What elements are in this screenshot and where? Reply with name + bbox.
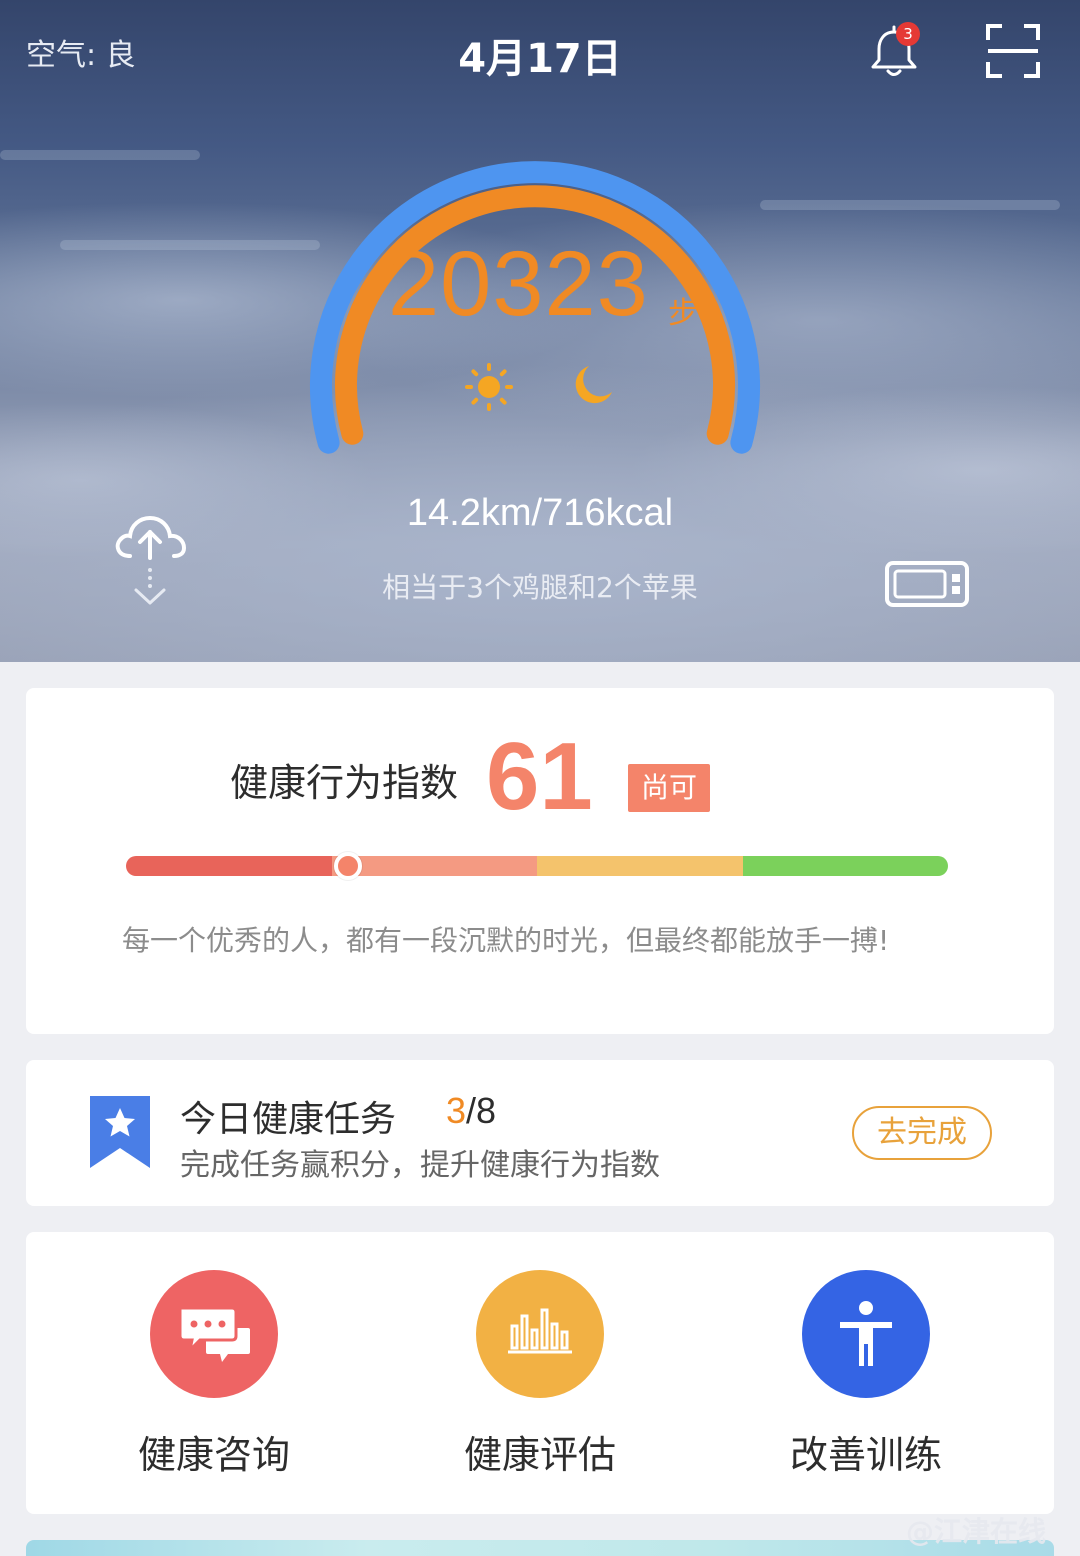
health-index-bar xyxy=(126,856,948,876)
cloud-streak xyxy=(760,200,1060,210)
health-index-marker xyxy=(333,852,362,880)
cloud-streak xyxy=(0,150,200,160)
service-icon-circle xyxy=(150,1270,278,1398)
next-card-peek xyxy=(26,1540,1054,1556)
calorie-equivalent: 相当于3个鸡腿和2个苹果 xyxy=(382,571,698,604)
service-icon-circle xyxy=(802,1270,930,1398)
moon-icon[interactable] xyxy=(570,362,616,408)
distance-calories: 14.2km/716kcal xyxy=(406,492,674,534)
task-subtitle: 完成任务赢积分，提升健康行为指数 xyxy=(180,1148,660,1183)
step-unit: 步 xyxy=(668,296,698,331)
air-quality: 空气: 良 xyxy=(26,38,136,73)
health-services-card: 健康咨询 健康评估 改善训练 xyxy=(26,1232,1054,1514)
step-count: 20323 xyxy=(388,233,649,335)
index-bar-segment xyxy=(331,856,537,876)
motivational-quote: 每一个优秀的人，都有一段沉默的时光，但最终都能放手一搏! xyxy=(122,924,890,957)
daily-task-card[interactable]: 今日健康任务 3/8 完成任务赢积分，提升健康行为指数 去完成 xyxy=(26,1060,1054,1206)
task-total-count: /8 xyxy=(466,1090,497,1131)
complete-task-button[interactable]: 去完成 xyxy=(852,1106,992,1160)
watermark: @江津在线 xyxy=(906,1515,1047,1548)
bookmark-star-icon xyxy=(90,1096,150,1168)
bar-chart-icon xyxy=(508,1308,572,1354)
health-index-card[interactable]: 健康行为指数 61 尚可 每一个优秀的人，都有一段沉默的时光，但最终都能放手一搏… xyxy=(26,688,1054,1034)
cloud-sync-icon[interactable] xyxy=(112,510,188,610)
person-icon xyxy=(840,1301,892,1366)
date-title[interactable]: 4月17日 xyxy=(440,26,640,84)
activity-hero: 空气: 良 4月17日 3 20323 步 14.2km/716kcal 相当于… xyxy=(0,0,1080,662)
index-bar-segment xyxy=(126,856,332,876)
service-assessment[interactable]: 健康评估 xyxy=(410,1268,670,1498)
task-title: 今日健康任务 xyxy=(180,1099,397,1140)
health-index-score: 61 xyxy=(486,723,593,830)
service-consultation[interactable]: 健康咨询 xyxy=(84,1268,344,1498)
service-label: 改善训练 xyxy=(789,1433,942,1477)
service-training[interactable]: 改善训练 xyxy=(736,1268,996,1498)
service-icon-circle xyxy=(476,1270,604,1398)
health-index-title: 健康行为指数 xyxy=(230,761,459,805)
service-label: 健康咨询 xyxy=(137,1433,290,1477)
task-progress: 3/8 xyxy=(446,1090,496,1132)
task-done-count: 3 xyxy=(446,1090,467,1131)
service-label: 健康评估 xyxy=(463,1433,616,1477)
wearable-device-icon[interactable] xyxy=(884,560,970,608)
health-index-level-badge: 尚可 xyxy=(628,764,710,812)
notification-badge: 3 xyxy=(896,22,920,46)
index-bar-segment xyxy=(537,856,743,876)
scan-icon[interactable] xyxy=(984,22,1042,80)
chat-bubbles-icon xyxy=(178,1306,250,1362)
index-bar-segment xyxy=(742,856,948,876)
cloud-streak xyxy=(60,240,320,250)
sun-icon[interactable] xyxy=(464,362,514,412)
